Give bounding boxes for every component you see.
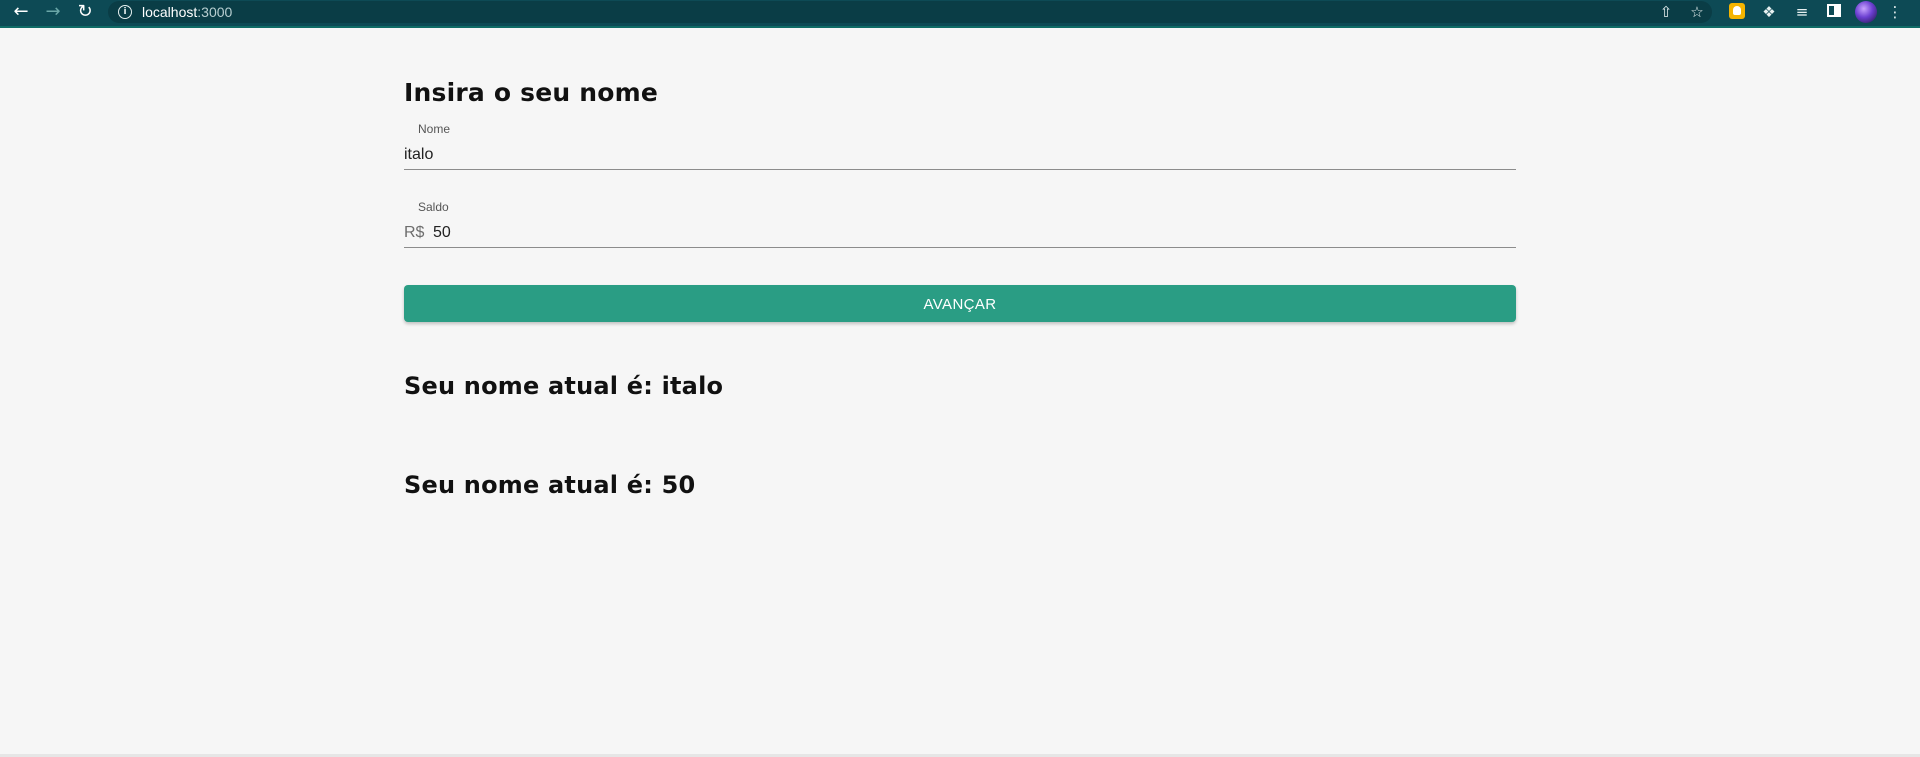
balance-input[interactable]	[433, 222, 1433, 244]
currency-prefix: R$	[404, 224, 425, 241]
page-title: Insira o seu nome	[404, 78, 659, 107]
back-icon[interactable]: ←	[8, 0, 34, 24]
share-icon[interactable]: ⇧	[1654, 1, 1678, 23]
site-info-icon[interactable]: i	[118, 5, 132, 19]
browser-menu-icon[interactable]: ⋮	[1883, 1, 1907, 23]
current-balance-heading: Seu nome atual é: 50	[404, 471, 696, 499]
url-host: localhost	[142, 4, 198, 20]
balance-field-label: Saldo	[418, 200, 449, 214]
browser-toolbar: ← → ↻ i localhost:3000 ⇧ ☆ ❖ ≡ ⋮	[0, 0, 1920, 28]
address-bar[interactable]: i localhost:3000	[108, 1, 1712, 23]
balance-input-wrapper: R$	[404, 222, 1516, 248]
url-text[interactable]: localhost:3000	[142, 4, 232, 20]
bookmark-star-icon[interactable]: ☆	[1685, 1, 1709, 23]
keep-extension-icon[interactable]	[1729, 3, 1745, 19]
extensions-puzzle-icon[interactable]: ❖	[1757, 1, 1781, 23]
reload-icon[interactable]: ↻	[72, 0, 98, 24]
side-panel-icon[interactable]	[1827, 4, 1841, 17]
url-port: :3000	[197, 4, 233, 20]
advance-button[interactable]: AVANÇAR	[404, 285, 1516, 322]
media-control-icon[interactable]: ≡	[1790, 1, 1814, 23]
name-input-wrapper	[404, 144, 1516, 170]
name-field-label: Nome	[418, 122, 451, 136]
current-name-heading: Seu nome atual é: italo	[404, 372, 724, 400]
profile-avatar[interactable]	[1855, 1, 1877, 23]
name-input[interactable]	[404, 144, 1404, 166]
forward-icon[interactable]: →	[40, 0, 66, 24]
